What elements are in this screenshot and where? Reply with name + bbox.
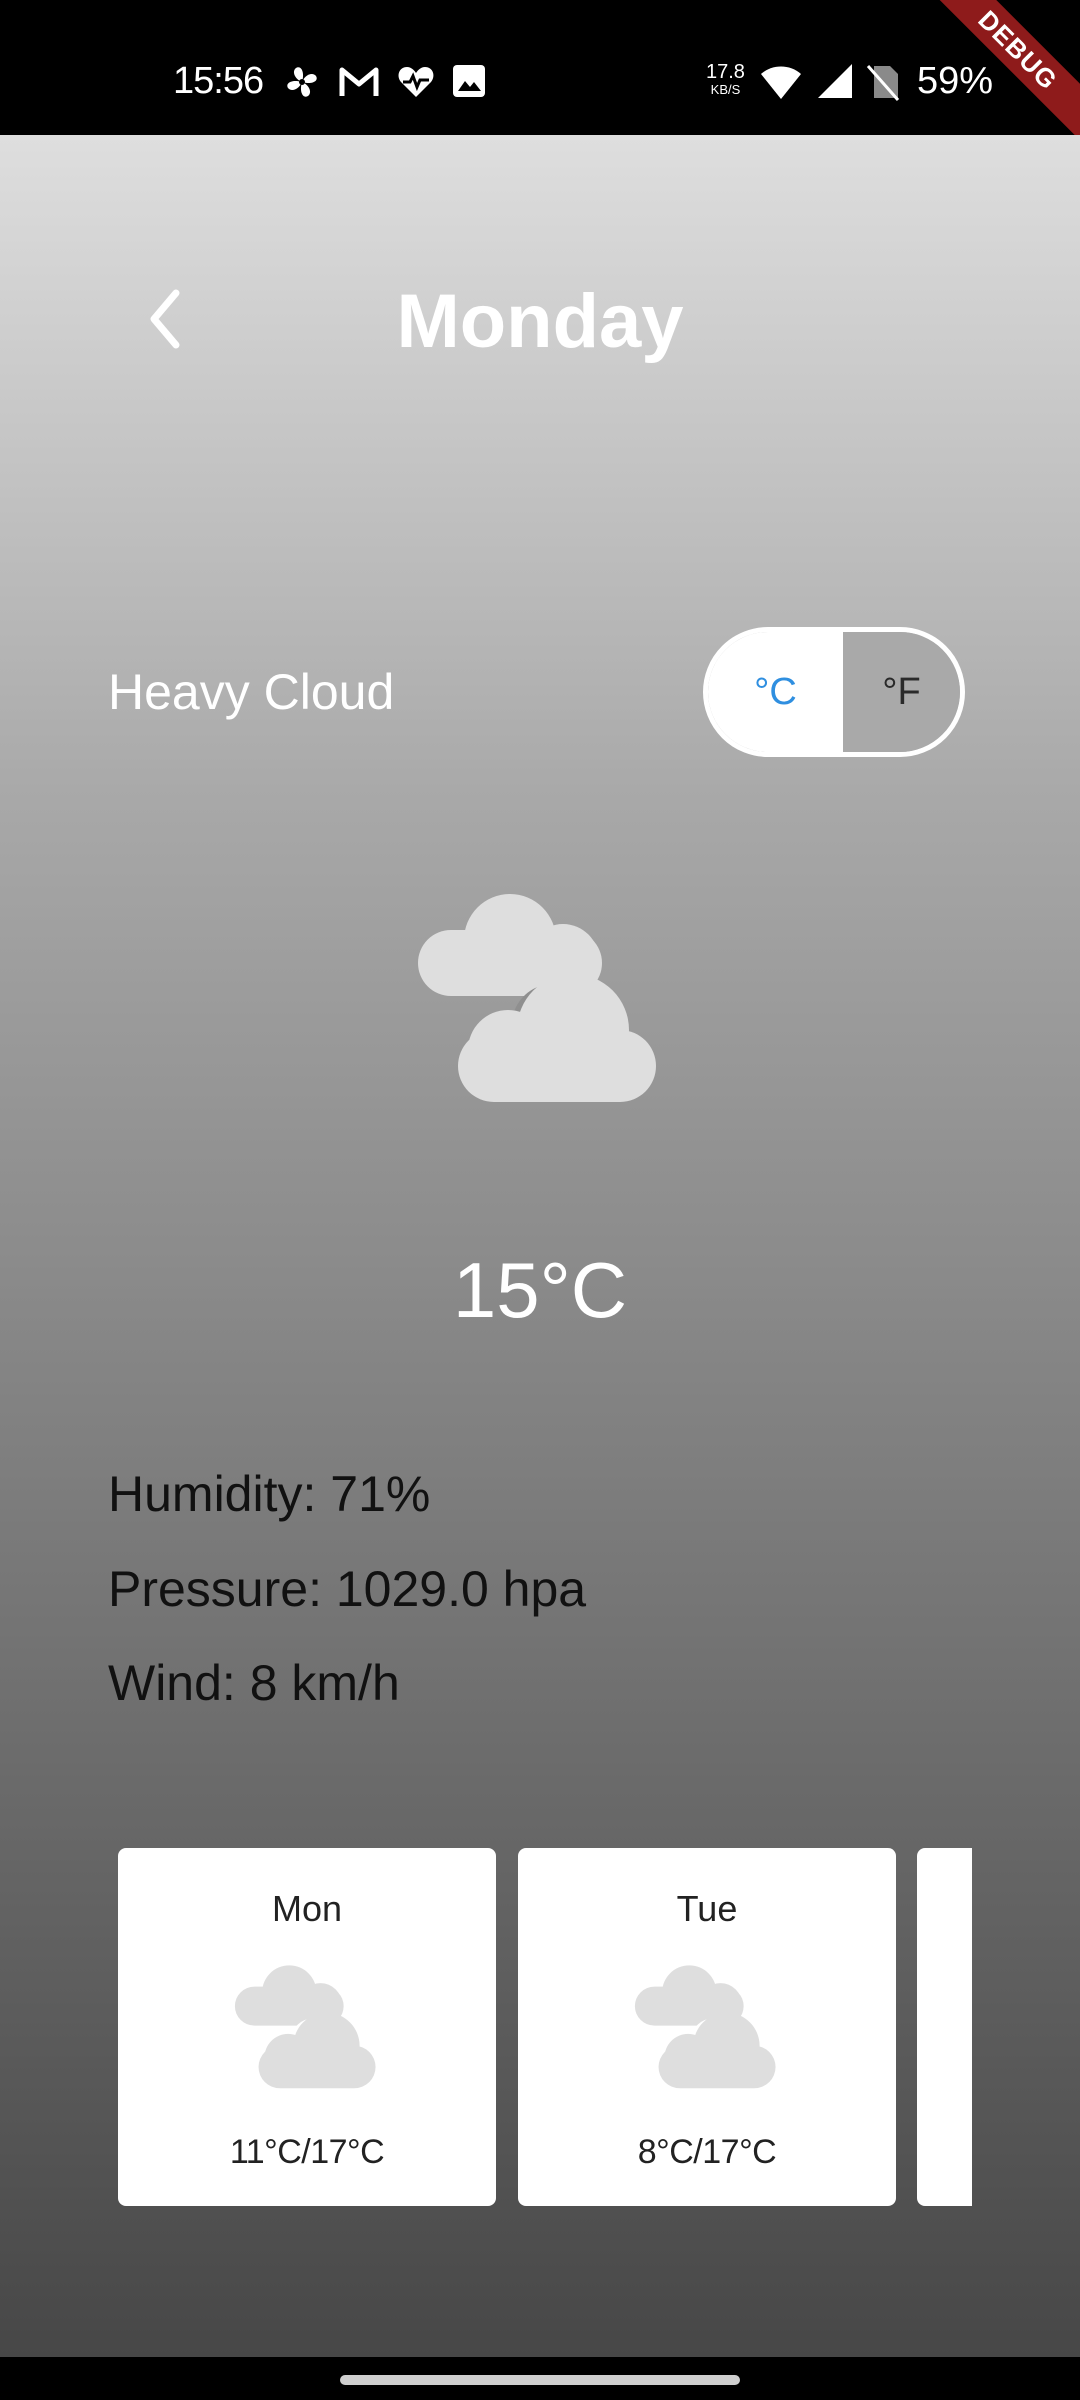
gmail-icon: [339, 67, 379, 96]
no-sim-icon: [866, 65, 900, 101]
heavy-cloud-icon: [234, 1965, 376, 2089]
status-time: 15:56: [173, 60, 264, 102]
image-icon: [453, 65, 485, 97]
forecast-day: Tue: [676, 1888, 738, 1929]
home-indicator[interactable]: [340, 2375, 740, 2385]
screen: 15:56 17.8 KB/S 59% DEBUG Monday Heavy C…: [0, 0, 1080, 2400]
status-bar: 15:56 17.8 KB/S 59% DEBUG: [0, 0, 1080, 149]
temperature-unit-toggle: °C °F: [703, 627, 965, 757]
page-title: Monday: [396, 279, 684, 364]
network-speed-value: 17.8: [706, 61, 745, 83]
network-speed-unit: KB/S: [710, 82, 741, 97]
wind-value: Wind: 8 km/h: [108, 1655, 400, 1711]
forecast-temp-range: 8°C/17°C: [637, 2133, 777, 2171]
weather-detail-screen: Monday Heavy Cloud °C °F 15°C Humidity: …: [0, 135, 1080, 2357]
celsius-toggle-button[interactable]: °C: [708, 632, 843, 752]
battery-percentage: 59%: [917, 60, 994, 102]
forecast-card-partial[interactable]: [917, 1848, 972, 2206]
forecast-day: Mon: [271, 1888, 343, 1929]
cellular-signal-icon: [818, 64, 852, 98]
forecast-temp-range: 11°C/17°C: [229, 2133, 385, 2171]
heavy-cloud-icon: [418, 894, 656, 1102]
humidity-value: Humidity: 71%: [108, 1466, 431, 1522]
forecast-card-tue[interactable]: Tue 8°C/17°C: [518, 1848, 896, 2206]
heavy-cloud-icon: [634, 1965, 776, 2089]
network-speed: 17.8 KB/S: [706, 61, 745, 99]
forecast-card-mon[interactable]: Mon 11°C/17°C: [118, 1848, 496, 2206]
health-heart-icon: [398, 67, 434, 97]
current-temperature: 15°C: [452, 1246, 628, 1334]
fan-icon: [287, 67, 317, 97]
fahrenheit-toggle-button[interactable]: °F: [843, 632, 960, 752]
pressure-value: Pressure: 1029.0 hpa: [108, 1561, 587, 1617]
weather-condition: Heavy Cloud: [108, 664, 395, 720]
forecast-list[interactable]: Mon 11°C/17°C Tue 8°C/17°C: [118, 1848, 972, 2206]
wifi-icon: [761, 66, 801, 99]
